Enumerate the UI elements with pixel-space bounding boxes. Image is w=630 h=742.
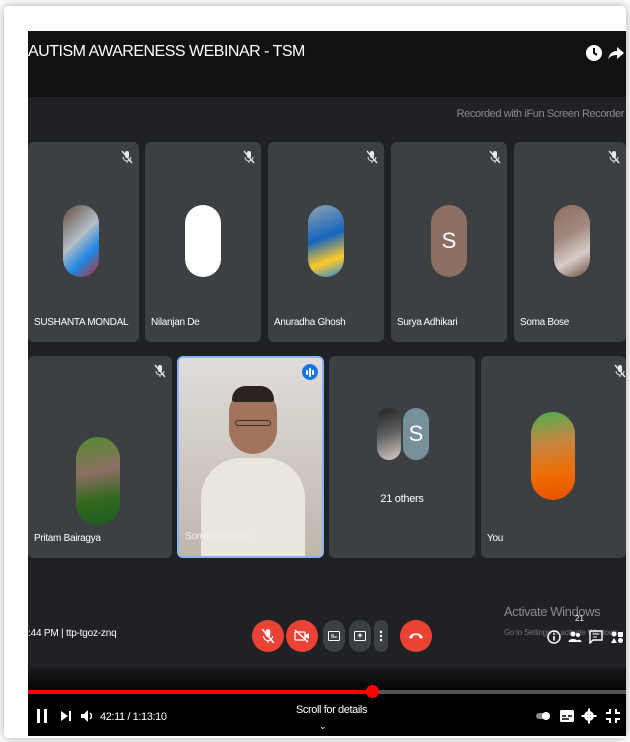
others-count-label: 21 others [380,493,424,505]
more-options-button[interactable] [374,620,388,652]
participant-name: Nilanjan De [151,317,200,328]
screenshot-frame: AUTISM AWARENESS WEBINAR - TSM Recorded … [4,6,626,738]
participant-avatar [375,406,403,462]
scroll-for-details[interactable]: Scroll for details [296,704,367,716]
participant-avatar [308,205,344,277]
mic-off-icon [366,150,378,164]
share-icon[interactable] [606,43,626,63]
camera-off-icon [294,629,309,643]
hang-up-icon [409,633,423,639]
mic-off-icon [121,150,133,164]
autoplay-toggle-icon[interactable] [535,708,551,724]
video-title[interactable]: AUTISM AWARENESS WEBINAR - TSM [28,43,305,61]
camera-off-button[interactable] [286,620,318,652]
volume-icon[interactable] [79,708,95,724]
meeting-time-code: :44 PM | ttp-tgoz-znq [28,628,117,639]
recorder-watermark: Recorded with iFun Screen Recorder [456,108,625,120]
participant-avatar: S [401,406,431,462]
speaker-shirt [201,458,305,556]
participant-avatar [531,412,575,500]
participant-tile[interactable]: Nilanjan De [145,142,261,342]
subtitles-icon[interactable] [559,708,575,724]
participant-avatar [554,205,590,277]
participant-tile[interactable]: You [481,356,626,558]
participant-name: Pritam Bairagya [34,533,101,544]
participant-tile[interactable]: Soma Bose [514,142,626,342]
participant-name: You [487,533,503,544]
mic-off-icon [154,364,166,378]
captions-icon [328,631,340,641]
participant-avatar [76,437,120,525]
participant-tile[interactable]: Anuradha Ghosh [268,142,384,342]
video-title-bar: AUTISM AWARENESS WEBINAR - TSM [28,31,626,97]
progress-played [28,690,372,694]
active-speaker-tile[interactable]: Sommath Gosh [177,356,324,558]
participant-avatar [185,205,221,277]
participant-name: Soma Bose [520,317,569,328]
mic-off-icon [489,150,501,164]
captions-button[interactable] [323,620,345,652]
leave-call-button[interactable] [400,620,432,652]
participant-avatar [63,205,99,277]
more-vert-icon [379,630,383,642]
people-icon[interactable] [568,630,582,644]
mic-off-button[interactable] [252,620,284,652]
activate-windows-title: Activate Windows [504,604,601,619]
speaker-hair [232,386,274,402]
pause-icon[interactable] [34,708,50,724]
participant-avatar: S [431,205,467,277]
others-tile[interactable]: S 21 others [329,356,475,558]
chevron-down-icon[interactable]: ⌄ [319,721,327,732]
mic-off-icon [608,150,620,164]
activities-icon[interactable] [610,630,624,644]
progress-scrubber[interactable] [366,685,379,698]
participant-name: Sommath Gosh [185,531,251,542]
speaker-glasses [235,420,271,426]
present-screen-icon [354,631,366,641]
participant-tile[interactable]: SUSHANTA MONDAL [28,142,139,342]
participant-name: Surya Adhikari [397,317,458,328]
clock-icon[interactable] [584,43,604,63]
people-count-badge: 21 [575,614,584,623]
video-screen: AUTISM AWARENESS WEBINAR - TSM Recorded … [28,31,626,736]
mic-off-icon [261,628,275,644]
chat-icon[interactable] [589,630,603,644]
mic-off-icon [243,150,255,164]
next-icon[interactable] [58,708,74,724]
player-control-bar [28,667,626,736]
participant-tile[interactable]: Pritam Bairagya [28,356,172,558]
participant-tile[interactable]: S Surya Adhikari [391,142,507,342]
present-button[interactable] [349,620,371,652]
exit-fullscreen-icon[interactable] [605,708,621,724]
info-icon[interactable] [547,630,561,644]
participant-name: Anuradha Ghosh [274,317,346,328]
participant-name: SUSHANTA MONDAL [34,317,129,328]
settings-gear-icon[interactable] [581,708,597,724]
playback-time: 42:11 / 1:13:10 [100,711,167,723]
mic-off-icon [614,364,626,378]
speaking-indicator-icon [302,364,318,380]
